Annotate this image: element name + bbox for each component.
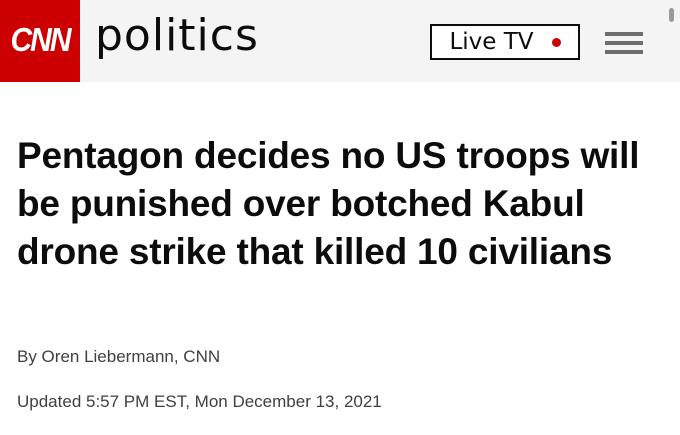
live-tv-label: Live TV [449, 29, 534, 55]
scrollbar[interactable] [669, 8, 674, 22]
top-navigation-bar: CNN politics Live TV [0, 0, 680, 82]
live-tv-button[interactable]: Live TV [430, 24, 580, 60]
article-headline: Pentagon decides no US troops will be pu… [17, 135, 640, 272]
cnn-logo-text: CNN [10, 22, 72, 59]
section-title[interactable]: politics [95, 10, 259, 61]
hamburger-menu-icon[interactable] [605, 32, 643, 54]
article-timestamp: Updated 5:57 PM EST, Mon December 13, 20… [17, 392, 382, 411]
live-indicator-icon [551, 37, 561, 47]
article-byline: By Oren Liebermann, CNN [17, 347, 221, 366]
cnn-logo[interactable]: CNN [0, 0, 80, 82]
